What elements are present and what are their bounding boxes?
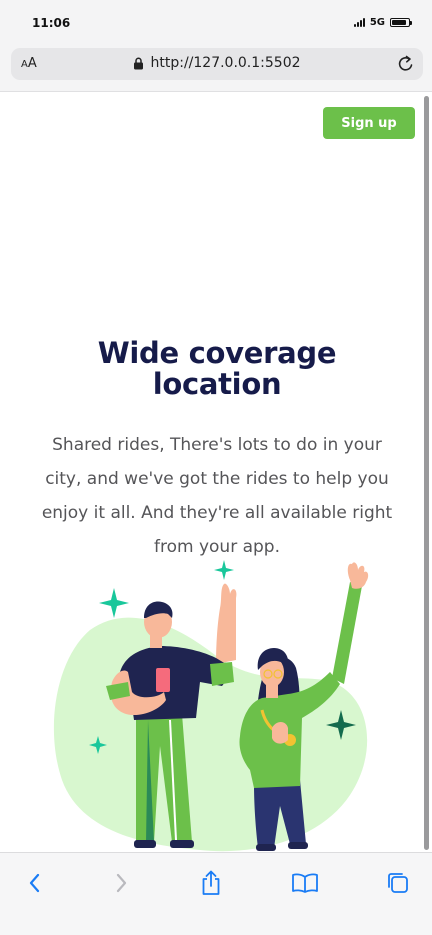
address-bar[interactable]: AA http://127.0.0.1:5502 bbox=[11, 48, 423, 80]
signup-button[interactable]: Sign up bbox=[323, 107, 415, 139]
url-text: http://127.0.0.1:5502 bbox=[150, 55, 301, 71]
browser-address-area: AA http://127.0.0.1:5502 bbox=[0, 44, 432, 92]
chevron-left-icon[interactable] bbox=[20, 868, 50, 898]
battery-icon bbox=[390, 18, 412, 27]
hero-description: Shared rides, There's lots to do in your… bbox=[41, 435, 393, 557]
tabs-icon[interactable] bbox=[383, 868, 413, 898]
status-indicators: 5G bbox=[353, 17, 412, 28]
share-icon[interactable] bbox=[196, 868, 226, 898]
signal-icon bbox=[353, 18, 365, 27]
people-waving-illustration bbox=[53, 560, 369, 852]
lock-icon bbox=[134, 57, 144, 69]
status-time: 11:06 bbox=[32, 16, 71, 30]
status-bar: 11:06 5G bbox=[0, 0, 432, 44]
browser-toolbar bbox=[0, 852, 432, 935]
chevron-right-icon[interactable] bbox=[106, 868, 136, 898]
url-display[interactable]: http://127.0.0.1:5502 bbox=[11, 55, 423, 71]
reload-icon[interactable] bbox=[397, 54, 415, 74]
web-page: Sign up Wide coverage location Shared ri… bbox=[0, 92, 432, 852]
hero-title: Wide coverage location bbox=[0, 338, 432, 400]
hero-title-line1: Wide coverage bbox=[97, 336, 337, 370]
book-icon[interactable] bbox=[290, 868, 320, 898]
network-type: 5G bbox=[369, 17, 385, 28]
page-scrollbar[interactable] bbox=[424, 96, 429, 850]
hero-title-line2: location bbox=[152, 367, 282, 401]
battery-level bbox=[392, 20, 407, 25]
